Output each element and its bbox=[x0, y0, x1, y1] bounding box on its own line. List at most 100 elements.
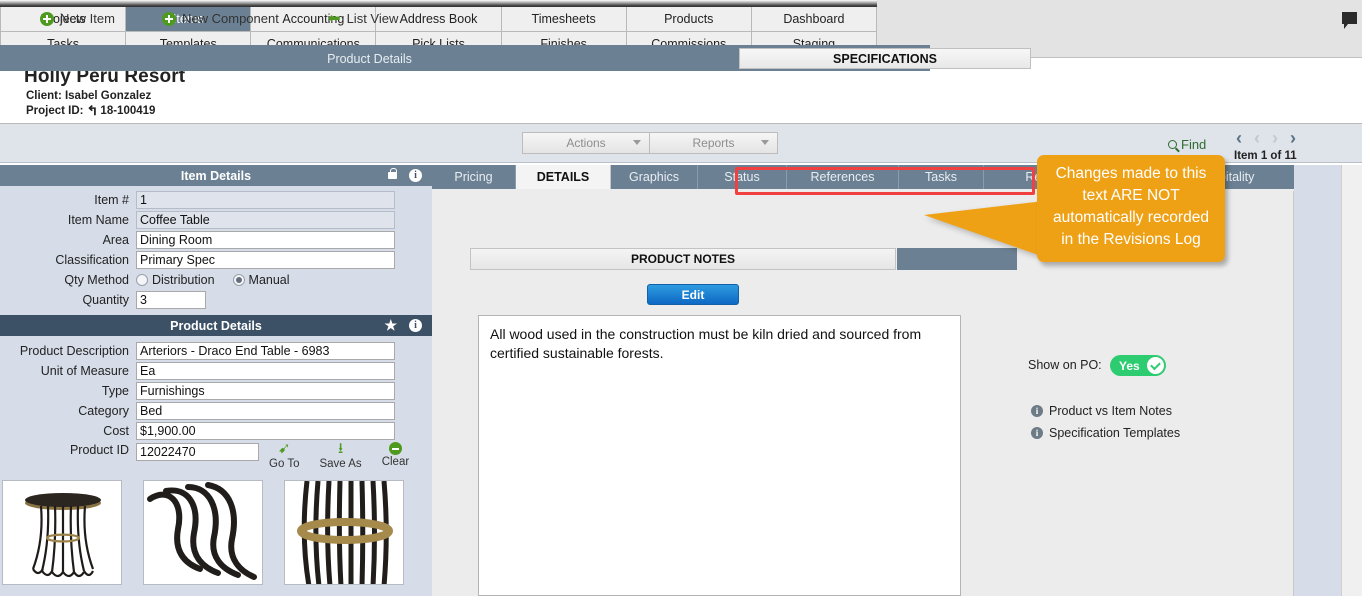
field-label: Category bbox=[78, 403, 129, 418]
actions-dropdown[interactable]: Actions bbox=[522, 132, 650, 154]
field-label: Classification bbox=[55, 252, 129, 267]
item-details-title: Item Details bbox=[180, 168, 252, 183]
item-name-input[interactable]: Coffee Table bbox=[136, 210, 395, 229]
actions-label: Actions bbox=[566, 136, 606, 150]
nav-row-primary: Projects Items Accounting Address Book T… bbox=[0, 7, 877, 32]
cost-input[interactable]: $1,900.00 bbox=[136, 421, 395, 440]
item-details-fields: Item # 1 Item Name Coffee Table Area Din… bbox=[0, 186, 432, 309]
field-qty-method: Qty Method Distribution Manual bbox=[0, 270, 432, 289]
save-as-button[interactable]: ⭳ Save As bbox=[319, 441, 361, 470]
show-on-po-value: Yes bbox=[1119, 358, 1140, 373]
field-label: Item # bbox=[94, 192, 129, 207]
radio-distribution[interactable]: Distribution bbox=[136, 273, 215, 287]
product-vs-item-notes-link[interactable]: i Product vs Item Notes bbox=[1031, 404, 1172, 418]
link-label: Product vs Item Notes bbox=[1049, 404, 1172, 418]
project-id-label: Project ID: bbox=[26, 105, 84, 117]
product-details-fields: Product Description Arteriors - Draco En… bbox=[0, 336, 432, 475]
radio-circle-icon bbox=[136, 273, 148, 286]
info-icon[interactable]: i bbox=[409, 319, 422, 332]
last-record-icon[interactable]: › bbox=[1290, 129, 1296, 147]
link-label: Specification Templates bbox=[1049, 426, 1181, 440]
subtab-specifications[interactable]: SPECIFICATIONS bbox=[739, 48, 1031, 69]
radio-label: Manual bbox=[248, 272, 290, 287]
field-label: Unit of Measure bbox=[40, 363, 129, 378]
qty-method-radio-group: Distribution Manual bbox=[136, 273, 290, 287]
field-label: Type bbox=[101, 383, 129, 398]
item-number-input[interactable]: 1 bbox=[136, 190, 395, 209]
field-quantity: Quantity 3 bbox=[0, 290, 432, 309]
lock-icon[interactable] bbox=[388, 168, 397, 179]
arrow-upleft-icon: ➹ bbox=[277, 440, 291, 457]
find-button[interactable]: Find bbox=[1168, 137, 1206, 152]
next-record-icon[interactable]: › bbox=[1272, 129, 1278, 147]
field-item-number: Item # 1 bbox=[0, 190, 432, 209]
reports-dropdown[interactable]: Reports bbox=[650, 132, 778, 154]
nav-tab-dashboard[interactable]: Dashboard bbox=[751, 7, 877, 32]
previous-record-icon[interactable]: ‹ bbox=[1254, 129, 1260, 147]
new-component-button[interactable]: New Component bbox=[162, 11, 279, 26]
back-arrow-icon[interactable]: ↰ bbox=[86, 103, 98, 119]
show-on-po-toggle[interactable]: Yes bbox=[1110, 355, 1166, 376]
go-to-button[interactable]: ➹ Go To bbox=[269, 441, 299, 470]
new-component-label: New Component bbox=[182, 11, 279, 26]
tab-tasks[interactable]: Tasks bbox=[899, 165, 984, 189]
radio-circle-selected-icon bbox=[232, 273, 245, 286]
field-label: Product ID bbox=[69, 443, 129, 457]
vertical-scrollbar[interactable] bbox=[1341, 165, 1362, 596]
product-id-input[interactable]: 12022470 bbox=[136, 443, 259, 461]
info-icon[interactable]: i bbox=[409, 169, 422, 182]
first-record-icon[interactable]: ‹ bbox=[1236, 129, 1242, 147]
info-icon: i bbox=[1031, 405, 1043, 417]
specification-templates-link[interactable]: i Specification Templates bbox=[1031, 426, 1180, 440]
download-icon: ⭳ bbox=[337, 440, 344, 457]
product-thumbnail-3[interactable] bbox=[284, 480, 404, 585]
tab-status[interactable]: Status bbox=[698, 165, 787, 189]
classification-input[interactable]: Primary Spec bbox=[136, 250, 395, 269]
category-input[interactable]: Bed bbox=[136, 401, 395, 420]
product-thumbnail-2[interactable] bbox=[143, 480, 263, 585]
field-product-id: Product ID 12022470 ➹ Go To ⭳ Save As Cl… bbox=[0, 441, 432, 475]
project-id-row: Project ID: ↰ 18-100419 bbox=[26, 103, 155, 119]
record-pager: ‹ ‹ › › bbox=[1236, 129, 1296, 147]
edit-button[interactable]: Edit bbox=[647, 284, 739, 305]
product-thumbnail-1[interactable] bbox=[2, 480, 122, 585]
clear-label: Clear bbox=[381, 456, 410, 468]
field-label: Item Name bbox=[67, 212, 129, 227]
type-input[interactable]: Furnishings bbox=[136, 381, 395, 400]
clear-button[interactable]: Clear bbox=[382, 441, 409, 470]
tab-pricing[interactable]: Pricing bbox=[432, 165, 516, 189]
arrow-left-icon: ⬅ bbox=[328, 9, 341, 27]
new-item-button[interactable]: New Item bbox=[40, 11, 115, 26]
product-image-thumbnails bbox=[0, 480, 404, 585]
field-type: Type Furnishings bbox=[0, 381, 432, 400]
chevron-down-icon bbox=[761, 140, 769, 145]
save-as-label: Save As bbox=[319, 458, 362, 470]
go-to-label: Go To bbox=[269, 458, 300, 470]
tab-details[interactable]: DETAILS bbox=[516, 165, 611, 189]
right-outer-strip bbox=[1294, 165, 1341, 596]
tab-graphics[interactable]: Graphics bbox=[611, 165, 698, 189]
nav-tab-timesheets[interactable]: Timesheets bbox=[501, 7, 627, 32]
product-description-input[interactable]: Arteriors - Draco End Table - 6983 bbox=[136, 341, 395, 360]
check-circle-icon bbox=[1147, 357, 1164, 374]
list-view-label: List View bbox=[346, 11, 399, 26]
field-product-description: Product Description Arteriors - Draco En… bbox=[0, 341, 432, 360]
reports-label: Reports bbox=[692, 136, 735, 150]
nav-tab-products[interactable]: Products bbox=[626, 7, 752, 32]
product-id-actions: ➹ Go To ⭳ Save As Clear bbox=[269, 441, 409, 470]
list-view-button[interactable]: ⬅ List View bbox=[328, 9, 399, 27]
project-id-value: 18-100419 bbox=[100, 105, 156, 117]
project-client: Client: Isabel Gonzalez bbox=[26, 90, 152, 102]
toolbar-dropdown-group: Actions Reports bbox=[522, 132, 778, 154]
unit-of-measure-input[interactable]: Ea bbox=[136, 361, 395, 380]
area-input[interactable]: Dining Room bbox=[136, 230, 395, 249]
quantity-input[interactable]: 3 bbox=[136, 290, 206, 309]
radio-manual[interactable]: Manual bbox=[232, 272, 290, 287]
field-label: Cost bbox=[103, 423, 129, 438]
product-notes-textarea[interactable]: All wood used in the construction must b… bbox=[478, 315, 961, 596]
star-icon[interactable]: ★ bbox=[384, 318, 397, 332]
comment-bubble-icon[interactable] bbox=[1342, 12, 1357, 29]
callout-text: Changes made to this text ARE NOT automa… bbox=[1037, 155, 1225, 262]
tab-references[interactable]: References bbox=[787, 165, 899, 189]
subtab-product-details[interactable]: Product Details bbox=[2, 48, 737, 69]
